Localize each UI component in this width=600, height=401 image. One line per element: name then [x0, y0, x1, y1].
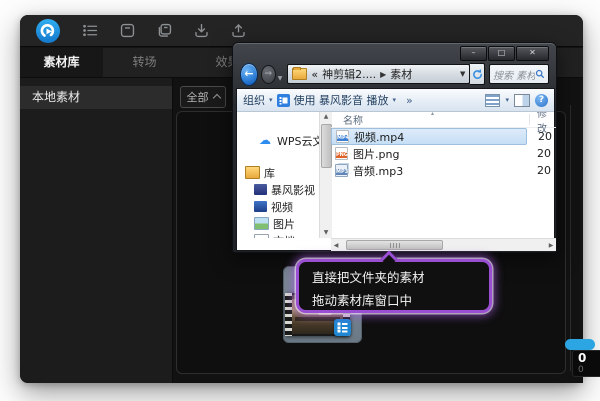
tree-item-libraries[interactable]: 库: [237, 164, 319, 181]
explorer-toolbar: 组织 ▾ 使用 暴风影音 播放 ▾ » ▾ ?: [237, 89, 554, 112]
sort-indicator-icon: ▴: [431, 112, 435, 117]
folder-icon: [292, 67, 308, 80]
refresh-button[interactable]: [470, 63, 485, 85]
file-date: 20: [537, 164, 551, 177]
media-library-icon: [254, 184, 267, 195]
tree-item-label: 视频: [271, 200, 293, 214]
library-sidebar: 本地素材: [20, 78, 173, 383]
videos-icon: [254, 201, 267, 212]
tree-item-label: WPS云文档: [277, 134, 319, 148]
cloud-icon: ☁: [259, 133, 271, 147]
toolbar-overflow-button[interactable]: »: [406, 94, 413, 107]
file-date: 20: [537, 147, 551, 160]
tree-item-label: 图片: [273, 217, 295, 231]
back-button[interactable]: ←: [240, 62, 258, 86]
views-caret-icon[interactable]: ▾: [505, 96, 509, 104]
player-icon: [276, 93, 290, 107]
play-with-button[interactable]: 使用 暴风影音 播放: [294, 92, 389, 108]
file-name: 图片.png: [353, 147, 400, 161]
filter-dropdown-label: 全部: [186, 91, 209, 104]
column-name[interactable]: 名称: [331, 112, 363, 127]
tree-item-wps-cloud[interactable]: ☁ WPS云文档: [237, 132, 319, 149]
chevron-up-icon: [212, 93, 221, 103]
nav-history-caret-icon[interactable]: ▼: [278, 75, 283, 82]
library-folder-icon: [245, 166, 260, 179]
tooltip-line-2: 拖动素材库窗口中: [312, 293, 413, 308]
column-header-row: 名称 ▴ 修改: [331, 112, 556, 135]
pictures-icon: [254, 217, 269, 230]
filmstrip-holes-left: [285, 293, 292, 336]
scroll-left-icon[interactable]: ◀: [331, 242, 341, 249]
file-row-image[interactable]: PNG 图片.png 20: [331, 145, 556, 162]
help-icon[interactable]: ?: [535, 93, 548, 107]
tab-material-library[interactable]: 素材库: [20, 48, 103, 77]
window-controls: – □ ✕: [460, 46, 549, 61]
png-file-icon: PNG: [335, 147, 348, 160]
column-separator[interactable]: [529, 114, 530, 125]
minimize-button[interactable]: –: [460, 46, 487, 61]
organize-button[interactable]: 组织: [243, 92, 265, 108]
file-name: 视频.mp4: [354, 130, 405, 144]
file-list: 名称 ▴ 修改 MP4 视频.mp4 20 PNG 图片.png 20 MP3 …: [331, 112, 556, 238]
mp3-file-icon: MP3: [335, 164, 348, 177]
breadcrumb-dropdown-icon[interactable]: ▼: [460, 70, 465, 78]
preview-pane-icon[interactable]: [514, 93, 530, 107]
explorer-content: 组织 ▾ 使用 暴风影音 播放 ▾ » ▾ ? ☁ WPS云文档: [236, 88, 556, 251]
documents-icon: [254, 234, 269, 238]
tree-item-label: 库: [264, 166, 275, 180]
breadcrumb[interactable]: « 神剪辑2.... ▶ 素材 ▼: [287, 64, 471, 84]
tree-item-baofeng[interactable]: 暴风影视: [237, 181, 319, 198]
search-input[interactable]: 搜索 素材: [489, 64, 549, 84]
filter-dropdown[interactable]: 全部: [180, 86, 226, 108]
horizontal-scrollbar[interactable]: ◀ ▶: [331, 238, 556, 251]
timecode-main: 0: [578, 351, 587, 365]
timecode-sub: 0: [578, 365, 584, 375]
organize-caret-icon: ▾: [269, 96, 273, 104]
file-name: 音频.mp3: [353, 164, 404, 178]
views-icon[interactable]: [485, 93, 501, 107]
address-bar: ← → ▼ « 神剪辑2.... ▶ 素材 ▼ 搜索 素材: [233, 60, 556, 88]
tooltip-line-1: 直接把文件夹的素材: [312, 270, 425, 285]
sidebar-item-local-material[interactable]: 本地素材: [20, 86, 172, 109]
breadcrumb-overflow[interactable]: «: [311, 68, 318, 81]
file-date: 20: [538, 130, 552, 143]
tab-transitions[interactable]: 转场: [103, 48, 186, 77]
play-with-caret-icon: ▾: [392, 96, 397, 104]
app-logo-icon: [36, 18, 60, 43]
export-icon[interactable]: [230, 22, 247, 39]
tree-item-label: 暴风影视: [271, 183, 315, 197]
scroll-right-icon[interactable]: ▶: [546, 242, 556, 249]
horizontal-scrollbar-thumb[interactable]: [346, 240, 443, 250]
file-row-video[interactable]: MP4 视频.mp4 20: [331, 128, 552, 145]
file-row-audio[interactable]: MP3 音频.mp3 20: [331, 162, 556, 179]
search-placeholder: 搜索 素材: [493, 70, 535, 82]
close-button[interactable]: ✕: [516, 46, 549, 61]
maximize-button[interactable]: □: [488, 46, 515, 61]
menu-icon[interactable]: [82, 22, 99, 39]
zoom-slider-handle[interactable]: [565, 339, 595, 350]
import-icon[interactable]: [193, 22, 210, 39]
save-icon[interactable]: [119, 22, 136, 39]
save-as-icon[interactable]: [156, 22, 173, 39]
tree-item-label: 文档: [273, 233, 295, 239]
tree-item-pictures[interactable]: 图片: [237, 215, 319, 232]
windows-explorer-window: – □ ✕ ← → ▼ « 神剪辑2.... ▶ 素材 ▼ 搜索 素材 组织 ▾…: [232, 42, 557, 253]
tree-item-videos[interactable]: 视频: [237, 198, 319, 215]
breadcrumb-chevron-icon: ▶: [380, 69, 387, 79]
hint-tooltip: 直接把文件夹的素材 拖动素材库窗口中: [296, 250, 492, 313]
breadcrumb-current[interactable]: 素材: [390, 66, 412, 82]
folder-tree: ☁ WPS云文档 库 暴风影视 视频 图片 文档: [237, 112, 319, 238]
breadcrumb-parent[interactable]: 神剪辑2....: [322, 66, 376, 82]
media-type-badge-icon: [334, 319, 351, 336]
forward-button[interactable]: →: [260, 64, 276, 84]
mp4-file-icon: MP4: [336, 130, 349, 143]
timecode-display: 0 0: [572, 350, 600, 377]
tree-item-documents[interactable]: 文档: [237, 232, 319, 238]
scrollbar-grip: [389, 242, 400, 248]
panel-divider: [570, 105, 571, 371]
